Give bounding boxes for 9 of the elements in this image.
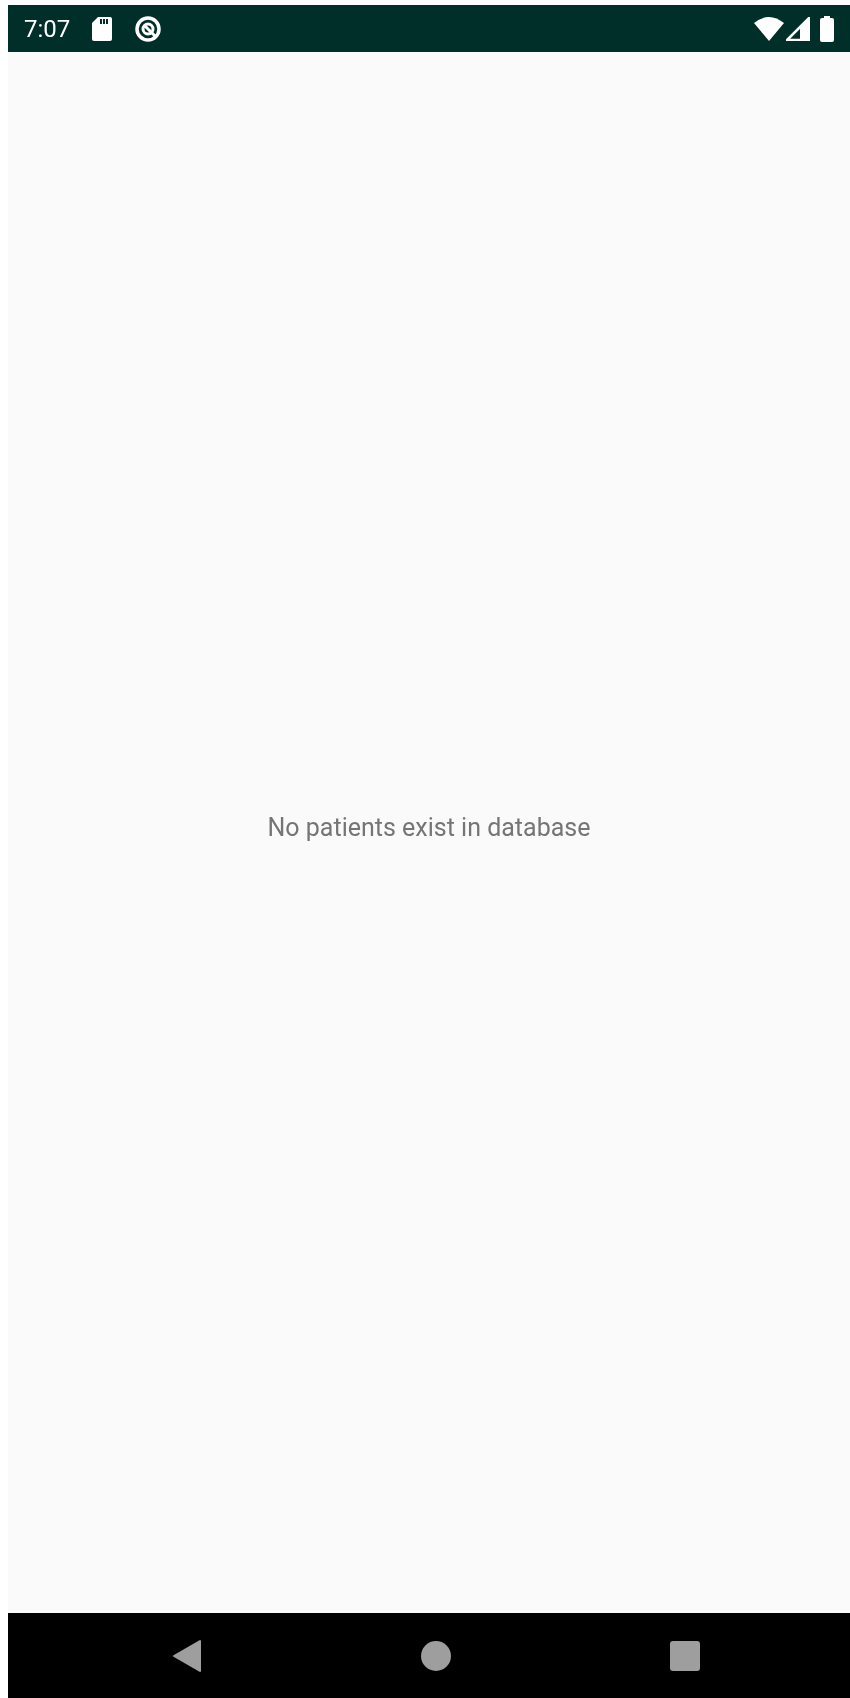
home-icon[interactable]	[421, 1641, 451, 1671]
sd-card-icon	[92, 16, 113, 41]
wifi-icon	[754, 16, 784, 41]
back-icon[interactable]	[172, 1639, 202, 1673]
signal-icon	[786, 16, 810, 41]
status-time: 7:07	[24, 13, 71, 45]
empty-message: No patients exist in database	[267, 812, 591, 845]
battery-icon	[820, 15, 834, 42]
circle-icon	[134, 14, 163, 43]
